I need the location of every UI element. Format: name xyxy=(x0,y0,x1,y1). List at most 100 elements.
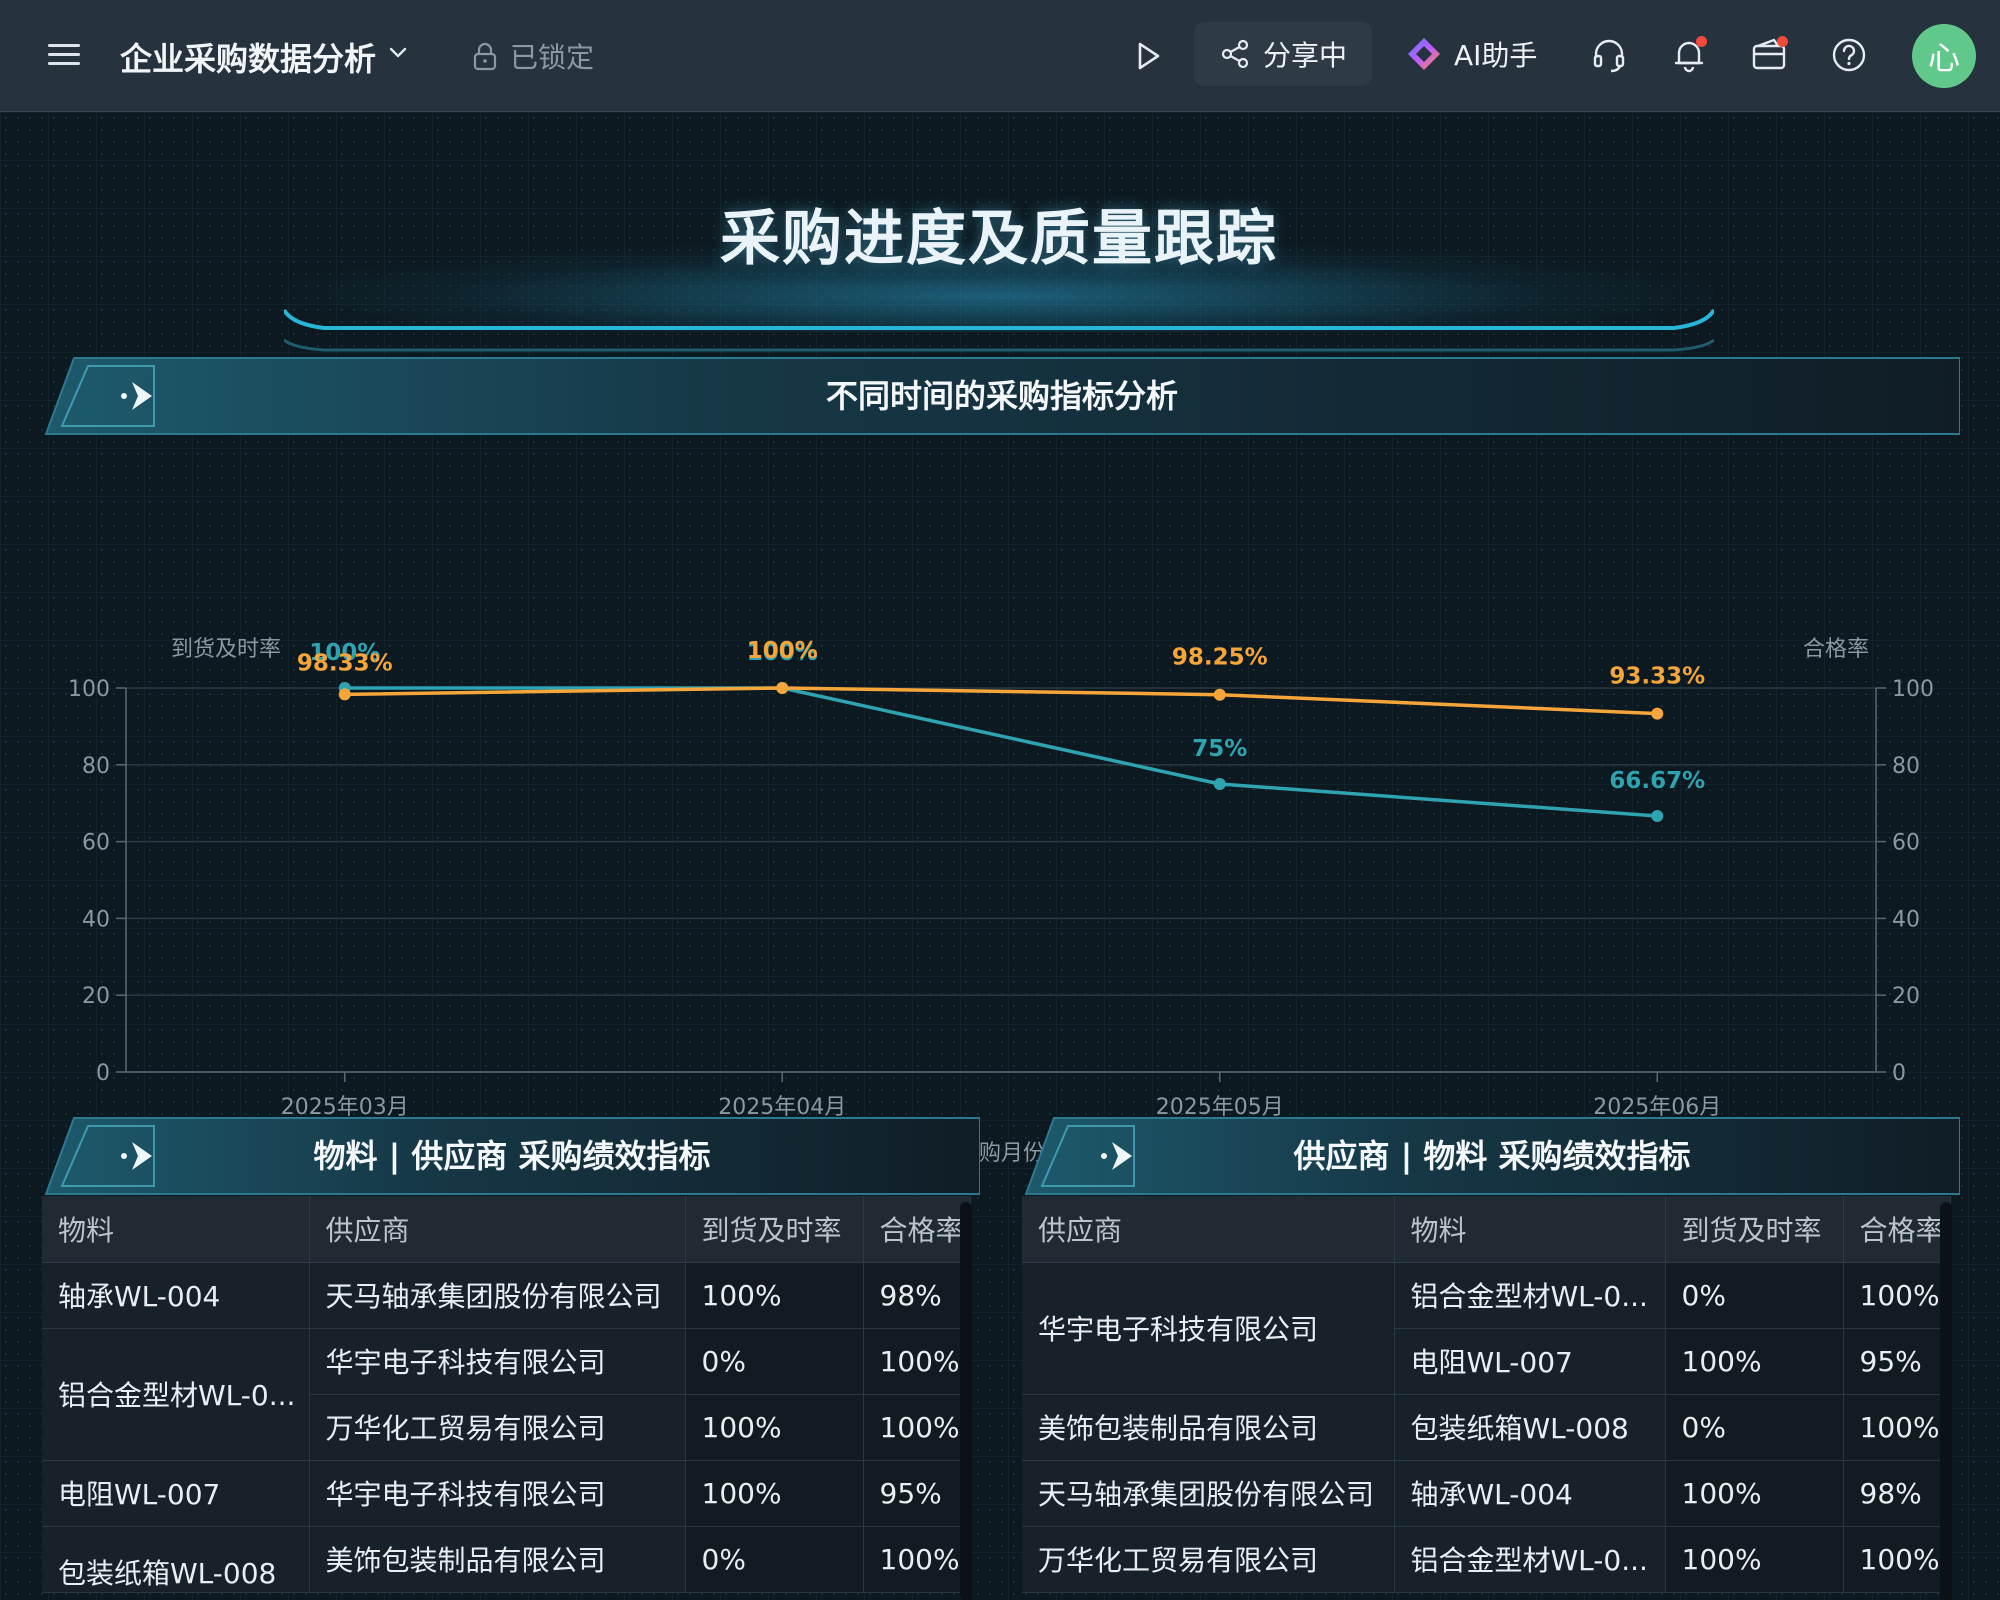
ontime-cell: 100% xyxy=(685,1394,864,1461)
play-icon[interactable] xyxy=(1130,38,1166,74)
data-label: 98.25% xyxy=(1172,645,1268,671)
material-cell: 包装纸箱WL-008 xyxy=(1394,1394,1666,1461)
quality-cell: 100% xyxy=(1843,1526,1951,1593)
section-header-left-table: 物料 | 供应商 采购绩效指标 xyxy=(44,1116,980,1196)
table-header-row: 物料 供应商 到货及时率 合格率 xyxy=(42,1196,971,1263)
supplier-cell: 华宇电子科技有限公司 xyxy=(1022,1262,1395,1395)
material-cell: 电阻WL-007 xyxy=(42,1460,310,1527)
material-cell: 铝合金型材WL-0... xyxy=(42,1328,310,1461)
table-row[interactable]: 包装纸箱WL-008 美饰包装制品有限公司 0% 100% xyxy=(42,1526,971,1593)
y-tick-label-left: 40 xyxy=(82,907,110,932)
supplier-cell: 华宇电子科技有限公司 xyxy=(309,1328,686,1395)
column-header[interactable]: 到货及时率 xyxy=(685,1196,864,1263)
material-cell: 轴承WL-004 xyxy=(1394,1460,1666,1527)
data-label: 98.33% xyxy=(297,650,393,676)
quality-cell: 98% xyxy=(863,1262,971,1329)
column-header[interactable]: 供应商 xyxy=(309,1196,686,1263)
data-point xyxy=(1651,707,1664,720)
scrollbar[interactable] xyxy=(1940,1202,1952,1600)
hero-title: 采购进度及质量跟踪 xyxy=(720,204,1278,274)
supplier-cell: 万华化工贸易有限公司 xyxy=(1022,1526,1395,1593)
menu-icon[interactable] xyxy=(48,44,80,68)
material-supplier-table: 物料 供应商 到货及时率 合格率 轴承WL-004 天马轴承集团股份有限公司 1… xyxy=(42,1196,971,1593)
quality-cell: 100% xyxy=(863,1394,971,1461)
app-title[interactable]: 企业采购数据分析 xyxy=(120,34,376,80)
y-tick-label-left: 100 xyxy=(68,677,110,702)
ai-assistant-button[interactable]: AI助手 xyxy=(1406,34,1537,74)
supplier-cell: 万华化工贸易有限公司 xyxy=(309,1394,686,1461)
data-point xyxy=(1213,688,1226,701)
ontime-cell: 100% xyxy=(1665,1460,1844,1527)
y-axis-title-left: 到货及时率 xyxy=(171,637,281,662)
supplier-cell: 天马轴承集团股份有限公司 xyxy=(1022,1460,1395,1527)
table-row[interactable]: 天马轴承集团股份有限公司 轴承WL-004 100% 98% xyxy=(1022,1460,1951,1527)
table-row[interactable]: 华宇电子科技有限公司 铝合金型材WL-0... 0% 100% xyxy=(1022,1262,1951,1395)
table-row[interactable]: 电阻WL-007 华宇电子科技有限公司 100% 95% xyxy=(42,1460,971,1527)
headset-icon[interactable] xyxy=(1590,36,1628,74)
supplier-cell: 美饰包装制品有限公司 xyxy=(309,1526,686,1593)
quality-cell: 100% xyxy=(863,1328,971,1395)
chevron-down-icon[interactable] xyxy=(386,40,410,64)
data-point xyxy=(776,682,789,694)
y-tick-label-right: 0 xyxy=(1892,1061,1906,1086)
column-header[interactable]: 合格率 xyxy=(1843,1196,1951,1263)
help-icon[interactable] xyxy=(1830,36,1868,74)
data-label: 93.33% xyxy=(1609,664,1705,690)
share-button[interactable]: 分享中 xyxy=(1194,22,1372,86)
table-row[interactable]: 万华化工贸易有限公司 铝合金型材WL-0... 100% 100% xyxy=(1022,1526,1951,1593)
ai-logo-icon xyxy=(1408,38,1440,70)
column-header[interactable]: 到货及时率 xyxy=(1665,1196,1844,1263)
quality-cell: 98% xyxy=(1843,1460,1951,1527)
column-header[interactable]: 物料 xyxy=(42,1196,310,1263)
data-point xyxy=(1651,809,1664,822)
series-line xyxy=(344,686,1658,716)
lock-label: 已锁定 xyxy=(510,41,595,74)
section-title-left-table: 物料 | 供应商 采购绩效指标 xyxy=(313,1137,711,1175)
top-bar: 企业采购数据分析 已锁定 分享中 AI助手 心 xyxy=(0,0,2000,112)
material-cell: 轴承WL-004 xyxy=(42,1262,310,1329)
y-tick-label-right: 60 xyxy=(1892,831,1920,856)
share-label: 分享中 xyxy=(1262,39,1347,72)
series-line xyxy=(344,686,1658,818)
quality-cell: 100% xyxy=(1843,1394,1951,1461)
ontime-cell: 100% xyxy=(685,1262,864,1329)
data-label: 100% xyxy=(747,638,818,664)
section-header-right-table: 供应商 | 物料 采购绩效指标 xyxy=(1024,1116,1960,1196)
scrollbar[interactable] xyxy=(960,1202,972,1600)
material-cell: 铝合金型材WL-0... xyxy=(1394,1262,1666,1329)
column-header[interactable]: 物料 xyxy=(1394,1196,1666,1263)
column-header[interactable]: 合格率 xyxy=(863,1196,971,1263)
y-tick-label-left: 60 xyxy=(82,831,110,856)
ontime-cell: 100% xyxy=(685,1460,864,1527)
section-header-chart: 不同时间的采购指标分析 xyxy=(44,356,1960,436)
share-icon xyxy=(1221,39,1249,69)
quality-cell: 100% xyxy=(1843,1262,1951,1329)
y-tick-label-right: 80 xyxy=(1892,754,1920,779)
section-title-right-table: 供应商 | 物料 采购绩效指标 xyxy=(1293,1137,1691,1175)
data-label: 75% xyxy=(1192,736,1247,762)
table-row[interactable]: 铝合金型材WL-0... 华宇电子科技有限公司 0% 100% xyxy=(42,1328,971,1461)
supplier-material-table: 供应商 物料 到货及时率 合格率 华宇电子科技有限公司 铝合金型材WL-0...… xyxy=(1022,1196,1951,1593)
ontime-cell: 0% xyxy=(1665,1262,1844,1329)
table-row[interactable]: 轴承WL-004 天马轴承集团股份有限公司 100% 98% xyxy=(42,1262,971,1329)
lock-icon xyxy=(473,42,497,71)
quality-cell: 95% xyxy=(1843,1328,1951,1395)
left-table-container[interactable]: 物料 供应商 到货及时率 合格率 轴承WL-004 天马轴承集团股份有限公司 1… xyxy=(42,1196,980,1600)
avatar[interactable]: 心 xyxy=(1912,24,1976,88)
supplier-cell: 天马轴承集团股份有限公司 xyxy=(309,1262,686,1329)
y-tick-label-left: 20 xyxy=(82,984,110,1009)
y-axis-title-right: 合格率 xyxy=(1803,637,1869,662)
column-header[interactable]: 供应商 xyxy=(1022,1196,1395,1263)
y-tick-label-left: 80 xyxy=(82,754,110,779)
notification-dot xyxy=(1696,36,1707,47)
ontime-cell: 100% xyxy=(1665,1328,1844,1395)
right-table-container[interactable]: 供应商 物料 到货及时率 合格率 华宇电子科技有限公司 铝合金型材WL-0...… xyxy=(1022,1196,1960,1600)
supplier-cell: 美饰包装制品有限公司 xyxy=(1022,1394,1395,1461)
wallet-notification-dot xyxy=(1777,36,1788,47)
table-row[interactable]: 美饰包装制品有限公司 包装纸箱WL-008 0% 100% xyxy=(1022,1394,1951,1461)
y-tick-label-right: 100 xyxy=(1892,677,1934,702)
supplier-cell: 华宇电子科技有限公司 xyxy=(309,1460,686,1527)
ontime-cell: 100% xyxy=(1665,1526,1844,1593)
table-header-row: 供应商 物料 到货及时率 合格率 xyxy=(1022,1196,1951,1263)
data-point xyxy=(338,688,351,701)
